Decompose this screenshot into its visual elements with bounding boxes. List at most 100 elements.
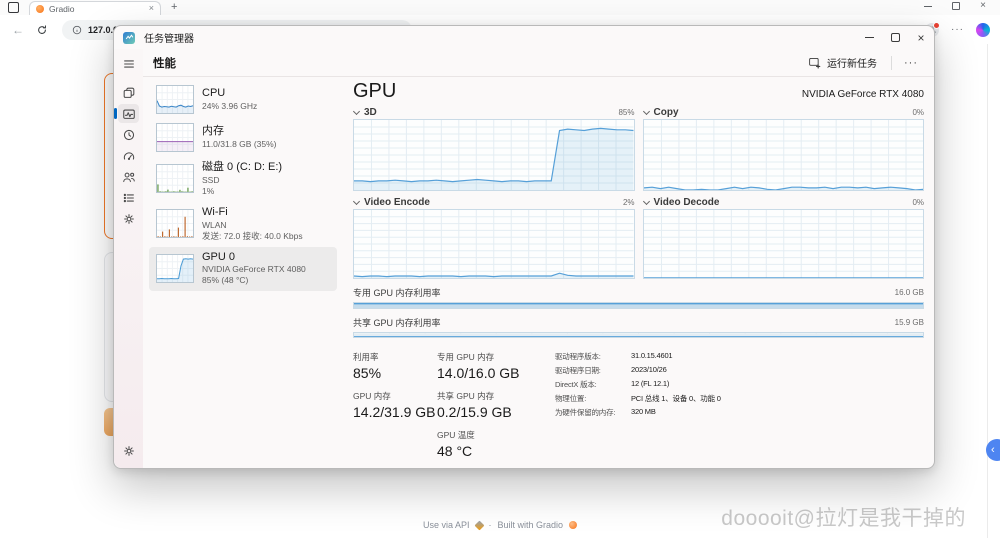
sidebar-item-detail: 24% 3.96 GHz xyxy=(202,100,258,111)
nav-users-icon[interactable] xyxy=(118,167,139,186)
stat-label: 共享 GPU 内存 xyxy=(437,391,495,401)
chevron-left-glyph: ‹ xyxy=(991,444,995,456)
navigation-rail xyxy=(114,49,143,468)
copilot-icon[interactable] xyxy=(976,22,990,37)
sidebar-item-memory[interactable]: 内存 11.0/31.8 GB (35%) xyxy=(149,119,337,156)
chart-engine-label[interactable]: Video Decode xyxy=(654,197,720,208)
info-label: 物理位置: xyxy=(555,394,587,403)
sidebar-item-detail: SSD xyxy=(202,174,220,185)
nav-startup-apps-icon[interactable] xyxy=(118,146,139,165)
run-new-task-icon xyxy=(809,57,821,69)
task-manager-titlebar[interactable]: 任务管理器 × xyxy=(114,26,934,49)
tm-minimize-button[interactable] xyxy=(856,26,882,49)
browser-menu-icon[interactable]: ··· xyxy=(951,24,964,35)
sidebar-item-detail: 85% (48 °C) xyxy=(202,275,249,286)
header-divider xyxy=(891,55,892,70)
stat-value: 14.2/31.9 GB xyxy=(353,404,436,420)
workspace-icon[interactable] xyxy=(8,2,19,13)
sidebar-item-title: Wi-Fi xyxy=(202,205,228,218)
tab-title: Gradio xyxy=(49,3,75,14)
info-label: DirectX 版本: xyxy=(555,380,597,389)
gradio-logo-icon xyxy=(569,521,578,529)
gradio-footer: Use via API · Built with Gradio xyxy=(423,520,578,530)
nav-details-icon[interactable] xyxy=(118,188,139,207)
stat-value: 14.0/16.0 GB xyxy=(437,365,520,381)
page-right-divider xyxy=(987,44,988,538)
dedicated-memory-chart xyxy=(353,302,924,310)
sidebar-item-detail: 发送: 72.0 接收: 40.0 Kbps xyxy=(202,230,303,241)
shared-memory-chart xyxy=(353,332,924,338)
nav-menu-icon[interactable] xyxy=(118,54,139,73)
sidebar-item-detail: 11.0/31.8 GB (35%) xyxy=(202,138,277,149)
gpu-detail-panel: GPU NVIDIA GeForce RTX 4080 3D 85% Copy … xyxy=(341,77,934,468)
tm-maximize-button[interactable] xyxy=(882,26,908,49)
browser-maximize-button[interactable] xyxy=(952,2,961,10)
video-encode-chart xyxy=(353,209,635,279)
chevron-down-icon[interactable] xyxy=(352,197,361,206)
chevron-down-icon[interactable] xyxy=(642,107,650,116)
chart-scale-label: 85% xyxy=(618,108,635,117)
stat-value: 0.2/15.9 GB xyxy=(437,404,512,420)
api-icon xyxy=(474,520,484,530)
shared-memory-label: 共享 GPU 内存利用率 xyxy=(353,318,441,329)
chart-scale-label: 0% xyxy=(912,108,924,117)
info-value: PCI 总线 1、设备 0、功能 0 xyxy=(631,394,721,403)
task-manager-logo-icon xyxy=(123,31,135,44)
new-tab-button[interactable]: + xyxy=(171,1,177,13)
chevron-down-icon[interactable] xyxy=(642,197,650,206)
browser-close-button[interactable]: × xyxy=(980,1,986,11)
nav-processes-icon[interactable] xyxy=(118,83,139,102)
window-title: 任务管理器 xyxy=(144,34,194,45)
disk-mini-chart xyxy=(156,164,194,194)
sidebar-item-gpu[interactable]: GPU 0 NVIDIA GeForce RTX 4080 85% (48 °C… xyxy=(149,246,337,291)
refresh-icon[interactable] xyxy=(36,24,48,36)
nav-performance-icon[interactable] xyxy=(114,104,139,123)
stat-value: 48 °C xyxy=(437,443,473,459)
chart-engine-label[interactable]: Video Encode xyxy=(364,197,430,208)
nav-app-history-icon[interactable] xyxy=(118,125,139,144)
info-icon[interactable] xyxy=(72,25,82,35)
run-new-task-button[interactable]: 运行新任务 xyxy=(802,52,883,73)
info-label: 为硬件保留的内存: xyxy=(555,408,616,417)
more-options-button[interactable]: ··· xyxy=(900,57,922,69)
sidebar-item-disk[interactable]: 磁盘 0 (C: D: E:) SSD 1% xyxy=(149,157,337,201)
built-with-gradio-link[interactable]: Built with Gradio xyxy=(498,520,564,530)
sidebar-item-cpu[interactable]: CPU 24% 3.96 GHz xyxy=(149,81,337,118)
watermark-text: dooooit@拉灯是我干掉的 xyxy=(721,507,966,530)
dedicated-memory-scale: 16.0 GB xyxy=(894,288,924,297)
info-value: 320 MB xyxy=(631,407,656,416)
chart-engine-label[interactable]: Copy xyxy=(654,107,679,118)
info-value: 2023/10/26 xyxy=(631,365,667,374)
gpu-device-name: NVIDIA GeForce RTX 4080 xyxy=(801,89,924,100)
footer-dot: · xyxy=(488,520,492,530)
memory-mini-chart xyxy=(156,123,194,152)
back-icon[interactable]: ← xyxy=(12,23,24,37)
tab-close-icon[interactable]: × xyxy=(149,4,154,13)
stat-label: 专用 GPU 内存 xyxy=(437,352,495,362)
gpu-stats: 利用率 85% GPU 内存 14.2/31.9 GB 专用 GPU 内存 14… xyxy=(353,351,924,468)
shared-memory-scale: 15.9 GB xyxy=(894,318,924,328)
chevron-down-icon[interactable] xyxy=(352,107,361,116)
tm-close-button[interactable]: × xyxy=(908,26,934,49)
browser-tab-gradio[interactable]: Gradio × xyxy=(29,1,161,15)
sidebar-item-title: CPU xyxy=(202,87,226,100)
gradio-favicon-icon xyxy=(36,4,44,13)
gpu-3d-chart xyxy=(353,119,635,191)
chart-scale-label: 2% xyxy=(622,198,635,207)
browser-tab-strip: Gradio × + × xyxy=(0,0,1000,16)
panel-collapse-chevron-icon[interactable]: ‹ xyxy=(986,439,1000,461)
browser-minimize-button[interactable] xyxy=(924,5,933,7)
sidebar-item-wifi[interactable]: Wi-Fi WLAN 发送: 72.0 接收: 40.0 Kbps xyxy=(149,202,337,246)
task-manager-window: 任务管理器 × 性能 运行新任务 ··· CPU 24% 3.96 GHz 内存… xyxy=(113,25,935,469)
page-title: 性能 xyxy=(153,57,176,70)
nav-services-icon[interactable] xyxy=(118,209,139,228)
use-via-api-link[interactable]: Use via API xyxy=(423,520,470,530)
info-value: 31.0.15.4601 xyxy=(631,351,673,360)
sidebar-item-detail: 1% xyxy=(202,185,215,196)
chart-engine-label[interactable]: 3D xyxy=(364,107,377,118)
video-decode-chart xyxy=(642,209,924,279)
gpu-panel-title: GPU xyxy=(353,80,397,102)
settings-gear-icon[interactable] xyxy=(118,441,139,460)
gpu-driver-info: 驱动程序版本: 31.0.15.4601 驱动程序日期: 2023/10/26 … xyxy=(555,351,721,468)
dedicated-memory-label: 专用 GPU 内存利用率 xyxy=(353,288,441,298)
